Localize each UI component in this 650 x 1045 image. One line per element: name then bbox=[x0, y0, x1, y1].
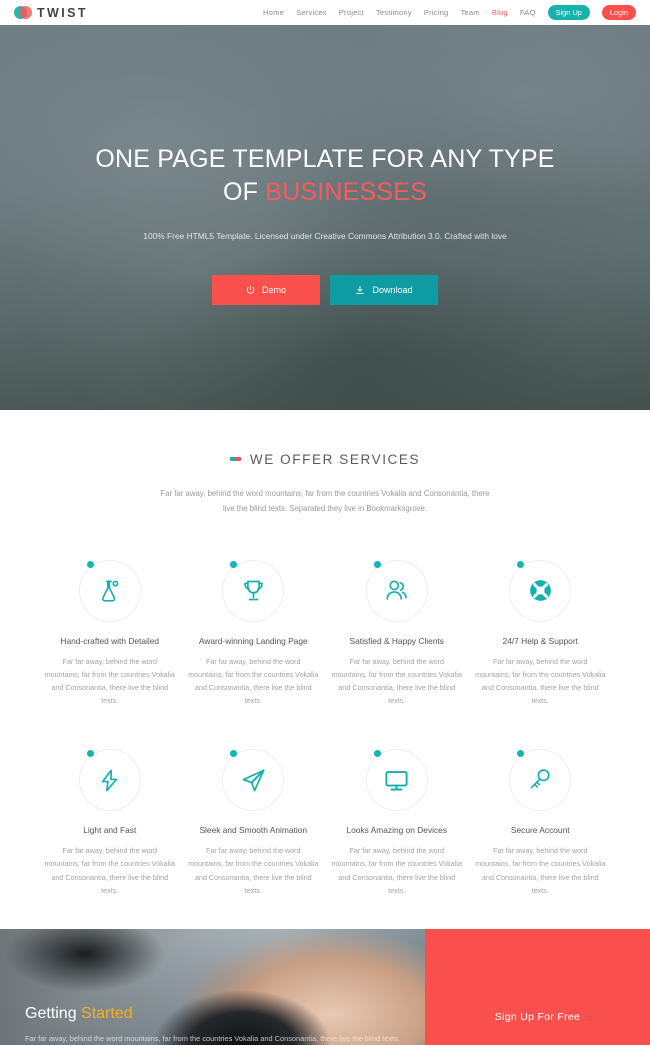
services-description: Far far away, behind the word mountains,… bbox=[160, 488, 490, 513]
getting-started-title-main: Getting bbox=[25, 1004, 82, 1022]
service-icon-wrap bbox=[222, 749, 285, 812]
sign-up-button[interactable]: Sign Up bbox=[547, 5, 590, 20]
service-text: Far far away, behind the word mountains,… bbox=[44, 846, 175, 895]
smartwatch-photo: Getting Started Far far away, behind the… bbox=[0, 928, 425, 1045]
services-section: WE OFFER SERVICES Far far away, behind t… bbox=[0, 410, 650, 897]
getting-started-title-highlight: Started bbox=[81, 1004, 133, 1022]
login-button[interactable]: Login bbox=[601, 5, 636, 20]
service-text: Far far away, behind the word mountains,… bbox=[475, 846, 606, 895]
service-title: Award-winning Landing Page bbox=[198, 635, 308, 646]
sign-up-for-free-panel[interactable]: Sign Up For Free bbox=[425, 928, 650, 1045]
nav-item-pricing[interactable]: Pricing bbox=[424, 8, 449, 17]
services-grid: Hand-crafted with Detailed Far far away,… bbox=[0, 559, 650, 897]
trophy-icon bbox=[222, 559, 285, 622]
service-card[interactable]: Hand-crafted with Detailed Far far away,… bbox=[38, 559, 182, 707]
service-text: Far far away, behind the word mountains,… bbox=[188, 656, 319, 706]
nav-item-faq[interactable]: FAQ bbox=[520, 8, 536, 17]
demo-button[interactable]: Demo bbox=[212, 274, 320, 305]
getting-started-copy: Getting Started Far far away, behind the… bbox=[25, 1005, 405, 1044]
service-title: Satisfied & Happy Clients bbox=[349, 635, 445, 646]
power-icon bbox=[246, 285, 255, 294]
service-text: Far far away, behind the word mountains,… bbox=[188, 846, 319, 895]
service-card[interactable]: Satisfied & Happy Clients Far far away, … bbox=[325, 559, 469, 707]
hero-actions: Demo Download bbox=[0, 274, 650, 305]
nav-item-team[interactable]: Team bbox=[460, 8, 479, 17]
service-icon-wrap bbox=[222, 559, 285, 622]
key-icon bbox=[509, 749, 572, 812]
services-heading-label: WE OFFER SERVICES bbox=[249, 451, 421, 467]
service-title: Looks Amazing on Devices bbox=[346, 825, 448, 836]
services-header: WE OFFER SERVICES Far far away, behind t… bbox=[0, 448, 650, 516]
flask-icon bbox=[78, 559, 141, 622]
accent-dot-icon bbox=[86, 560, 94, 568]
service-card[interactable]: Light and Fast Far far away, behind the … bbox=[38, 749, 182, 896]
dash-accent-icon bbox=[229, 457, 241, 461]
users-icon bbox=[365, 559, 428, 622]
service-card[interactable]: Sleek and Smooth Animation Far far away,… bbox=[182, 749, 326, 896]
service-text: Far far away, behind the word mountains,… bbox=[331, 656, 462, 706]
brand-name: TWIST bbox=[37, 5, 88, 20]
brand-logo[interactable]: TWIST bbox=[14, 5, 88, 20]
nav-item-project[interactable]: Project bbox=[339, 8, 364, 17]
service-card[interactable]: Secure Account Far far away, behind the … bbox=[469, 749, 613, 896]
service-icon-wrap bbox=[509, 749, 572, 812]
service-text: Far far away, behind the word mountains,… bbox=[44, 656, 175, 706]
service-title: Secure Account bbox=[510, 825, 570, 836]
service-title: Hand-crafted with Detailed bbox=[60, 635, 160, 646]
monitor-icon bbox=[365, 749, 428, 812]
service-icon-wrap bbox=[78, 559, 141, 622]
service-text: Far far away, behind the word mountains,… bbox=[331, 846, 462, 895]
nav-item-testimony[interactable]: Testimony bbox=[376, 8, 412, 17]
paper-plane-icon bbox=[222, 749, 285, 812]
nav-item-blog[interactable]: Blog bbox=[492, 8, 508, 17]
sign-up-for-free-label: Sign Up For Free bbox=[494, 1011, 581, 1024]
service-icon-wrap bbox=[78, 749, 141, 812]
service-icon-wrap bbox=[365, 559, 428, 622]
demo-button-label: Demo bbox=[261, 284, 286, 295]
download-button[interactable]: Download bbox=[330, 274, 438, 305]
service-icon-wrap bbox=[509, 559, 572, 622]
lifebuoy-icon bbox=[509, 559, 572, 622]
main-navigation: Home Services Project Testimony Pricing … bbox=[263, 5, 636, 20]
nav-item-services[interactable]: Services bbox=[296, 8, 327, 17]
accent-dot-icon bbox=[373, 560, 381, 568]
service-title: Light and Fast bbox=[83, 825, 137, 836]
hero-subtitle: 100% Free HTML5 Template. Licensed under… bbox=[143, 231, 507, 241]
getting-started-text: Far far away, behind the word mountains,… bbox=[25, 1033, 400, 1043]
service-text: Far far away, behind the word mountains,… bbox=[475, 656, 606, 706]
hero-section: ONE PAGE TEMPLATE FOR ANY TYPE OF BUSINE… bbox=[0, 25, 650, 410]
lightning-bolt-icon bbox=[78, 749, 141, 812]
service-icon-wrap bbox=[365, 749, 428, 812]
services-heading: WE OFFER SERVICES bbox=[229, 451, 421, 467]
download-button-label: Download bbox=[372, 284, 413, 295]
service-title: Sleek and Smooth Animation bbox=[199, 825, 308, 836]
site-header: TWIST Home Services Project Testimony Pr… bbox=[0, 0, 650, 25]
getting-started-title: Getting Started bbox=[25, 1005, 405, 1023]
service-card[interactable]: 24/7 Help & Support Far far away, behind… bbox=[469, 559, 613, 707]
nav-item-home[interactable]: Home bbox=[263, 8, 284, 17]
service-card[interactable]: Award-winning Landing Page Far far away,… bbox=[182, 559, 326, 707]
service-card[interactable]: Looks Amazing on Devices Far far away, b… bbox=[325, 749, 469, 896]
twist-logo-circles-icon bbox=[14, 5, 32, 20]
download-icon bbox=[355, 285, 365, 295]
getting-started-section: Getting Started Far far away, behind the… bbox=[0, 928, 650, 1045]
service-title: 24/7 Help & Support bbox=[502, 635, 578, 646]
hero-title: ONE PAGE TEMPLATE FOR ANY TYPE OF BUSINE… bbox=[0, 143, 650, 209]
hero-title-highlight: BUSINESSES bbox=[265, 178, 428, 206]
